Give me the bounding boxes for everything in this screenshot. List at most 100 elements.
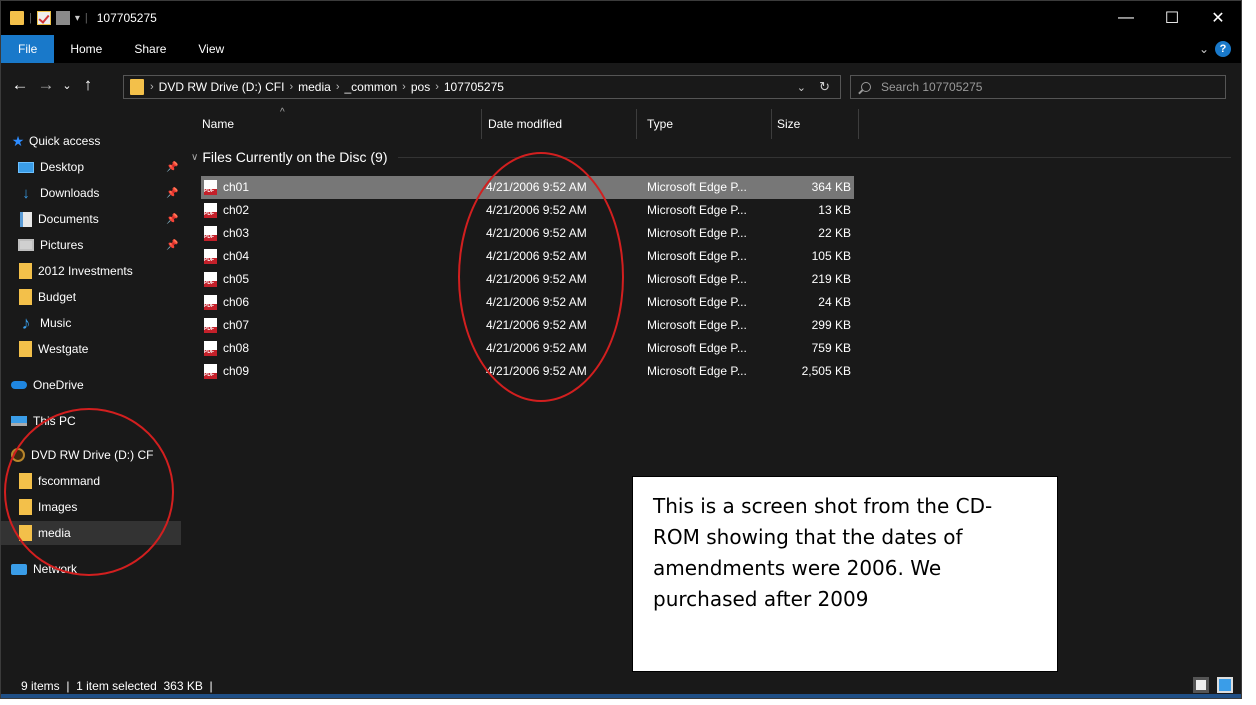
refresh-icon[interactable]: ↻	[819, 79, 830, 95]
breadcrumb-separator: ›	[289, 81, 294, 93]
breadcrumb-separator: ›	[150, 81, 154, 93]
file-size: 364 KB	[811, 180, 851, 194]
folder-icon	[10, 11, 24, 25]
breadcrumb-drive[interactable]: DVD RW Drive (D:) CFI	[159, 80, 285, 94]
column-header-name[interactable]: Name	[202, 107, 234, 141]
column-header-size[interactable]: Size	[777, 107, 800, 141]
annotation-text: This is a screen shot from the CD-ROM sh…	[653, 494, 993, 611]
breadcrumb-current[interactable]: 107705275	[444, 80, 504, 94]
highlight-ellipse-dates	[458, 152, 624, 402]
pdf-icon	[204, 249, 217, 264]
file-type: Microsoft Edge P...	[647, 318, 747, 332]
column-divider[interactable]	[771, 109, 772, 139]
navigation-pane: ★ Quick access Desktop 📌 ↓ Downloads 📌 D…	[1, 107, 181, 671]
close-button[interactable]: ✕	[1195, 1, 1241, 35]
file-name: ch05	[223, 272, 250, 286]
file-type: Microsoft Edge P...	[647, 272, 747, 286]
file-type: Microsoft Edge P...	[647, 226, 747, 240]
back-button[interactable]: ←	[7, 75, 33, 95]
breadcrumb-media[interactable]: media	[298, 80, 331, 94]
column-header-type[interactable]: Type	[647, 107, 673, 141]
nav-downloads[interactable]: ↓ Downloads 📌	[1, 181, 181, 205]
pdf-icon	[204, 272, 217, 287]
file-size: 219 KB	[811, 272, 851, 286]
pc-icon	[11, 416, 27, 426]
large-icons-view-icon[interactable]	[1217, 677, 1233, 693]
details-view-icon[interactable]	[1193, 677, 1209, 693]
file-name: ch07	[223, 318, 250, 332]
help-icon[interactable]: ?	[1215, 41, 1231, 57]
nav-item-label: Downloads	[40, 186, 100, 200]
column-header-date[interactable]: Date modified	[488, 107, 562, 141]
expand-ribbon-icon[interactable]: ⌄	[1199, 42, 1209, 56]
nav-item-label: OneDrive	[33, 378, 84, 392]
customize-toolbar-icon[interactable]: ▾	[75, 13, 80, 24]
sort-ascending-icon: ^	[280, 107, 285, 118]
nav-desktop[interactable]: Desktop 📌	[1, 155, 181, 179]
desktop-icon	[18, 161, 34, 173]
nav-music[interactable]: ♪ Music	[1, 311, 181, 335]
recent-locations-icon[interactable]: ⌄	[59, 79, 75, 92]
search-placeholder: Search 107705275	[881, 80, 983, 94]
address-bar[interactable]: › DVD RW Drive (D:) CFI › media › _commo…	[123, 75, 841, 99]
file-size: 759 KB	[811, 341, 851, 355]
file-size: 299 KB	[811, 318, 851, 332]
window-controls: — ☐ ✕	[1103, 1, 1241, 35]
nav-budget[interactable]: Budget	[1, 285, 181, 309]
new-folder-icon[interactable]	[55, 11, 70, 25]
file-name: ch09	[223, 364, 250, 378]
nav-2012-investments[interactable]: 2012 Investments	[1, 259, 181, 283]
file-type: Microsoft Edge P...	[647, 180, 747, 194]
nav-item-label: Westgate	[38, 342, 89, 356]
pdf-icon	[204, 295, 217, 310]
nav-item-label: Desktop	[40, 160, 85, 174]
file-type: Microsoft Edge P...	[647, 295, 747, 309]
quick-access-toolbar: | ▾ | 107705275	[1, 11, 157, 25]
ribbon-tabs: File Home Share View ⌄ ?	[1, 35, 1241, 63]
nav-westgate[interactable]: Westgate	[1, 337, 181, 361]
pdf-icon	[204, 318, 217, 333]
tab-home[interactable]: Home	[54, 35, 118, 63]
nav-item-label: Music	[40, 316, 72, 330]
nav-pictures[interactable]: Pictures 📌	[1, 233, 181, 257]
minimize-button[interactable]: —	[1103, 1, 1149, 35]
pictures-icon	[18, 239, 34, 251]
forward-button[interactable]: →	[33, 75, 59, 95]
nav-documents[interactable]: Documents 📌	[1, 207, 181, 231]
column-divider[interactable]	[481, 109, 482, 139]
separator: |	[29, 12, 32, 24]
file-size: 2,505 KB	[801, 364, 851, 378]
breadcrumb-pos[interactable]: pos	[411, 80, 430, 94]
download-icon: ↓	[22, 184, 30, 202]
up-button[interactable]: ↑	[75, 75, 101, 95]
pdf-icon	[204, 341, 217, 356]
tab-file[interactable]: File	[1, 35, 55, 63]
music-icon: ♪	[21, 312, 31, 333]
file-size: 105 KB	[811, 249, 851, 263]
title-bar: | ▾ | 107705275 — ☐ ✕	[1, 1, 1241, 35]
address-dropdown-icon[interactable]: ⌄	[797, 81, 806, 94]
nav-quick-access[interactable]: ★ Quick access	[1, 129, 181, 153]
search-icon	[861, 82, 871, 92]
pin-icon: 📌	[166, 213, 179, 225]
maximize-button[interactable]: ☐	[1149, 1, 1195, 35]
network-icon	[11, 563, 27, 575]
tab-view[interactable]: View	[182, 35, 240, 63]
file-type: Microsoft Edge P...	[647, 341, 747, 355]
group-header[interactable]: ∨ Files Currently on the Disc (9)	[191, 149, 1231, 165]
column-divider[interactable]	[858, 109, 859, 139]
file-name: ch01	[223, 180, 250, 194]
column-divider[interactable]	[636, 109, 637, 139]
file-type: Microsoft Edge P...	[647, 364, 747, 378]
file-name: ch02	[223, 203, 250, 217]
nav-onedrive[interactable]: OneDrive	[1, 373, 181, 397]
nav-item-label: 2012 Investments	[38, 264, 133, 278]
search-box[interactable]: Search 107705275	[850, 75, 1226, 99]
file-name: ch03	[223, 226, 250, 240]
pin-icon: 📌	[166, 161, 179, 173]
file-name: ch06	[223, 295, 250, 309]
file-type: Microsoft Edge P...	[647, 249, 747, 263]
properties-icon[interactable]	[36, 11, 51, 25]
breadcrumb-common[interactable]: _common	[344, 80, 397, 94]
tab-share[interactable]: Share	[118, 35, 182, 63]
